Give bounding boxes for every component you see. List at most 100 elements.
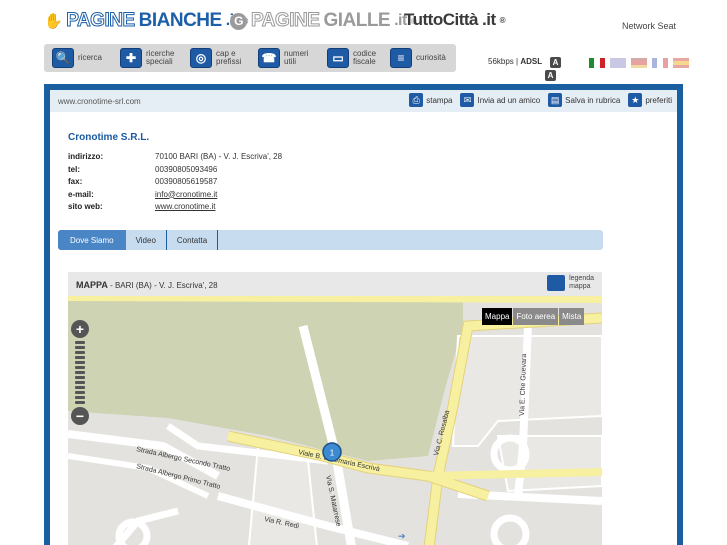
content-frame: www.cronotime-srl.com ⎙ stampa ✉ Invia ad … xyxy=(44,84,683,545)
legend-label: legenda mappa xyxy=(569,275,594,290)
language-flags xyxy=(589,58,689,68)
print-label: stampa xyxy=(426,95,453,105)
nav-numeri-utili[interactable]: ☎ numeri utili xyxy=(258,47,308,69)
email-link[interactable]: info@cronotime.it xyxy=(155,190,217,203)
flag-uk-icon[interactable] xyxy=(610,58,626,68)
zoom-out-button[interactable]: − xyxy=(71,407,89,425)
direction-arrow-icon: ➔ xyxy=(398,531,406,541)
connection-speed: 56kbps | ADSL xyxy=(488,57,543,66)
zoom-in-button[interactable]: + xyxy=(71,320,89,338)
folder-icon: ▤ xyxy=(548,93,563,107)
flag-es-icon[interactable] xyxy=(673,58,689,68)
company-name: Cronotime S.R.L. xyxy=(68,132,150,143)
map-canvas[interactable]: Strada Albergo Secondo Tratto Strada Alb… xyxy=(68,296,602,545)
nav-ricerca[interactable]: 🔍 ricerca xyxy=(52,47,102,69)
flag-fr-icon[interactable] xyxy=(652,58,668,68)
info-key: e-mail: xyxy=(68,189,94,199)
tuttocitta-reg: ® xyxy=(499,15,506,25)
city-block xyxy=(496,435,602,493)
info-key: fax: xyxy=(68,177,83,186)
zoom-control: + − xyxy=(71,320,89,425)
send-friend-button[interactable]: ✉ Invia ad un amico xyxy=(460,93,540,107)
printer-icon: ⎙ xyxy=(409,93,424,107)
road-east xyxy=(427,468,602,480)
speed-value: 56kbps xyxy=(488,57,514,66)
paginegialle-outline: PAGINE xyxy=(250,10,320,32)
nav-curiosita-label: curiosità xyxy=(416,53,446,62)
map-view[interactable]: Strada Albergo Secondo Tratto Strada Alb… xyxy=(68,296,602,545)
phone-icon: ☎ xyxy=(258,48,280,68)
card-icon: ▭ xyxy=(327,48,349,68)
nav-codice-fiscale[interactable]: ▭ codice fiscale xyxy=(327,47,376,69)
globe-icon: ◎ xyxy=(190,48,212,68)
favorites-label: preferiti xyxy=(645,95,672,105)
info-row-fax: fax: 00390805619587 xyxy=(68,177,282,190)
paginegialle-g-icon: G xyxy=(230,12,247,30)
nav-ricerca-label: ricerca xyxy=(78,53,103,62)
toolbar: ⎙ stampa ✉ Invia ad un amico ▤ Salva in rub… xyxy=(409,93,672,107)
star-icon: ★ xyxy=(628,93,643,107)
curiosity-icon: ≡ xyxy=(390,48,412,68)
paginebianche-outline: PAGINE xyxy=(66,10,136,32)
info-row-email: e-mail: info@cronotime.it xyxy=(68,190,282,203)
road-top xyxy=(68,296,602,303)
website-link[interactable]: www.cronotime.it xyxy=(155,202,215,215)
map-title: MAPPA - BARI (BA) - V. J. Escriva', 28 xyxy=(76,280,218,290)
info-value: 70100 BARI (BA) - V. J. Escriva', 28 xyxy=(155,152,283,161)
favorites-button[interactable]: ★ preferiti xyxy=(628,93,672,107)
nav-ricerche-speciali[interactable]: ✚ ricerche speciali xyxy=(120,47,174,69)
map-type-switcher: Mappa Foto aerea Mista xyxy=(482,308,585,325)
tuttocitta-logo[interactable]: TuttoCittà .it ® xyxy=(404,10,506,30)
tab-contatta[interactable]: Contatta xyxy=(167,230,219,250)
flag-it-icon[interactable] xyxy=(589,58,605,68)
marker-number: 1 xyxy=(330,449,335,458)
site-url[interactable]: www.cronotime-srl.com xyxy=(58,97,141,106)
tab-video[interactable]: Video xyxy=(126,230,167,250)
zoom-slider[interactable] xyxy=(75,341,85,404)
paginegialle-logo[interactable]: G PAGINE GIALLE .it ® xyxy=(230,10,417,32)
network-seat-link[interactable]: Network Seat xyxy=(622,21,676,31)
save-contact-button[interactable]: ▤ Salva in rubrica xyxy=(548,93,620,107)
info-value: 00390805619587 xyxy=(155,177,218,186)
paginebianche-bold: BIANCHE xyxy=(138,10,223,31)
page: ✋ PAGINEBIANCHE.it® G PAGINEGIALLE.it® T… xyxy=(0,0,727,545)
send-label: Invia ad un amico xyxy=(477,95,541,105)
font-size-button-2[interactable]: A xyxy=(545,70,556,81)
nav-cap-prefissi[interactable]: ◎ cap e prefissi xyxy=(190,47,241,69)
envelope-icon: ✉ xyxy=(460,93,475,107)
save-label: Salva in rubrica xyxy=(565,95,621,105)
map-address: - BARI (BA) - V. J. Escriva', 28 xyxy=(107,281,218,290)
paginegialle-bold: GIALLE xyxy=(323,10,391,31)
connection-type: ADSL xyxy=(520,57,543,66)
special-search-icon: ✚ xyxy=(120,48,142,68)
walking-fingers-icon: ✋ xyxy=(44,13,63,30)
map-type-mappa[interactable]: Mappa xyxy=(482,308,513,325)
info-value: 00390805093496 xyxy=(155,164,218,174)
nav-cap-prefissi-label: cap e prefissi xyxy=(216,49,242,66)
nav-ricerche-speciali-label: ricerche speciali xyxy=(146,49,175,66)
info-key: sito web: xyxy=(68,202,103,211)
nav-numeri-utili-label: numeri utili xyxy=(284,49,309,66)
info-key: indirizzo: xyxy=(68,152,104,161)
company-info: indirizzo: 70100 BARI (BA) - V. J. Escriv… xyxy=(68,152,282,215)
map-type-mista[interactable]: Mista xyxy=(559,308,585,325)
url-bar: www.cronotime-srl.com ⎙ stampa ✉ Invia ad … xyxy=(50,90,677,112)
tab-dove-siamo[interactable]: Dove Siamo xyxy=(58,230,126,250)
map-legend-button[interactable]: legenda mappa xyxy=(547,275,594,291)
map-header: MAPPA - BARI (BA) - V. J. Escriva', 28 l… xyxy=(68,272,602,296)
tuttocitta-name: TuttoCittà xyxy=(404,10,479,29)
info-row-address: indirizzo: 70100 BARI (BA) - V. J. Escriv… xyxy=(68,152,282,165)
info-row-website: sito web: www.cronotime.it xyxy=(68,202,282,215)
info-key: tel: xyxy=(68,164,80,174)
flag-de-icon[interactable] xyxy=(631,58,647,68)
print-button[interactable]: ⎙ stampa xyxy=(409,93,452,107)
brand-bar: ✋ PAGINEBIANCHE.it® G PAGINEGIALLE.it® T… xyxy=(0,0,727,44)
search-icon: 🔍 xyxy=(52,48,74,68)
nav-curiosita[interactable]: ≡ curiosità xyxy=(390,47,446,69)
info-row-tel: tel: 00390805093496 xyxy=(68,165,282,178)
map-title-label: MAPPA xyxy=(76,280,108,290)
main-nav: 🔍 ricerca ✚ ricerche speciali ◎ cap e pr… xyxy=(44,44,456,72)
map-type-foto-aerea[interactable]: Foto aerea xyxy=(513,308,559,325)
paginebianche-logo[interactable]: ✋ PAGINEBIANCHE.it® xyxy=(44,10,248,32)
font-size-button-1[interactable]: A xyxy=(550,57,561,68)
